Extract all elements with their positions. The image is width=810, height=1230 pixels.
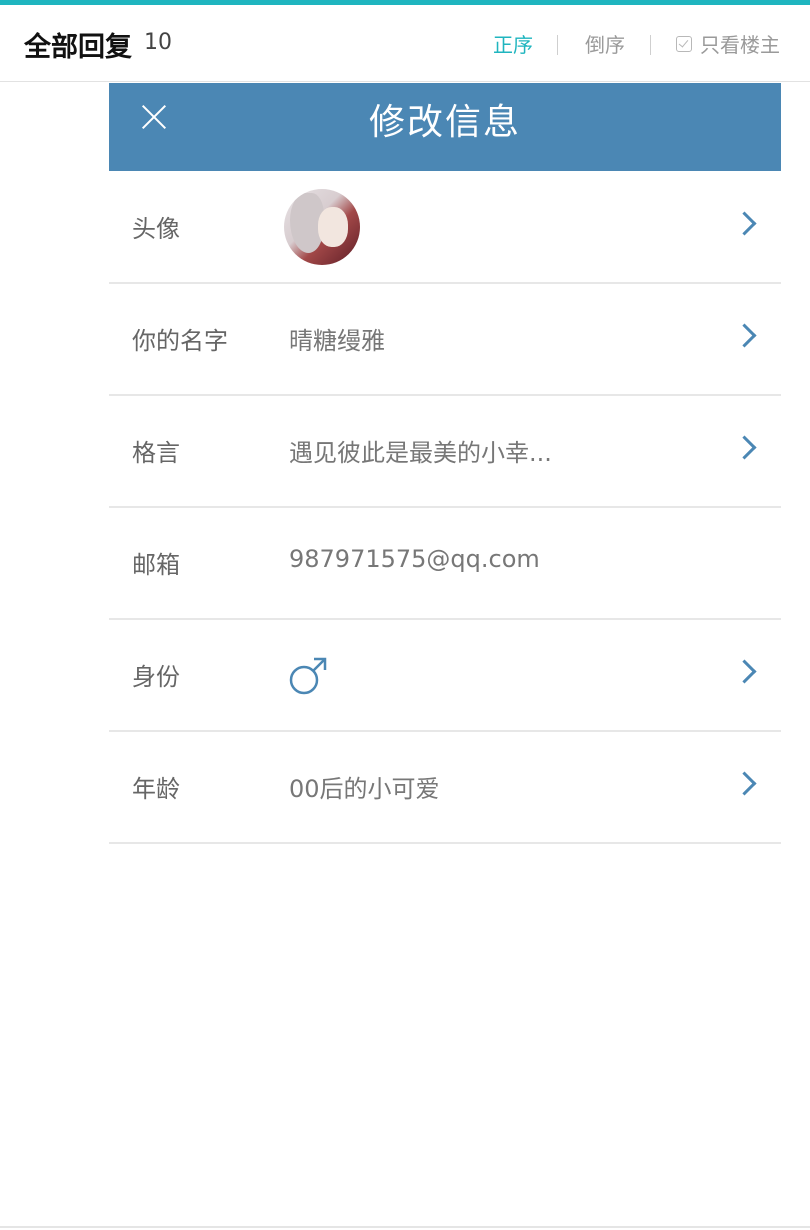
chevron-right-icon[interactable] [732, 435, 757, 460]
motto-label: 格言 [132, 439, 180, 467]
only-op-label: 只看楼主 [700, 33, 780, 57]
replies-header: 全部回复 10 正序 倒序 只看楼主 [0, 5, 810, 82]
male-icon [289, 657, 327, 695]
dialog-title: 修改信息 [368, 102, 521, 143]
avatar-row[interactable]: 头像 [109, 171, 781, 284]
divider [650, 35, 651, 55]
only-op-toggle[interactable]: 只看楼主 [676, 29, 780, 58]
identity-row[interactable]: 身份 [109, 619, 781, 732]
avatar[interactable] [284, 189, 360, 265]
avatar-face-shape [318, 207, 348, 247]
motto-row[interactable]: 格言 遇见彼此是最美的小幸... [109, 395, 781, 508]
sort-descending-tab[interactable]: 倒序 [585, 29, 625, 58]
divider [557, 35, 558, 55]
avatar-label: 头像 [132, 215, 180, 243]
age-value: 00后的小可爱 [289, 775, 440, 803]
name-row[interactable]: 你的名字 晴糖缦雅 [109, 283, 781, 396]
motto-value: 遇见彼此是最美的小幸... [289, 439, 552, 467]
edit-info-dialog: 修改信息 头像 你的名字 晴糖缦雅 格言 遇见彼此是最美的小幸... 邮箱 98… [109, 83, 781, 844]
name-value: 晴糖缦雅 [289, 327, 385, 355]
replies-count: 10 [144, 30, 172, 55]
name-label: 你的名字 [132, 327, 228, 355]
sort-ascending-tab[interactable]: 正序 [493, 29, 533, 58]
dialog-header: 修改信息 [109, 83, 781, 171]
chevron-right-icon[interactable] [732, 323, 757, 348]
email-label: 邮箱 [132, 551, 180, 579]
checkbox-icon[interactable] [676, 35, 692, 52]
bottom-divider [0, 1226, 810, 1228]
identity-label: 身份 [132, 663, 180, 691]
chevron-right-icon[interactable] [732, 771, 757, 796]
age-label: 年龄 [132, 775, 180, 803]
chevron-right-icon[interactable] [732, 211, 757, 236]
email-row: 邮箱 987971575@qq.com [109, 507, 781, 620]
replies-title: 全部回复 [24, 32, 132, 63]
email-value: 987971575@qq.com [289, 545, 540, 573]
chevron-right-icon[interactable] [732, 659, 757, 684]
age-row[interactable]: 年龄 00后的小可爱 [109, 731, 781, 844]
